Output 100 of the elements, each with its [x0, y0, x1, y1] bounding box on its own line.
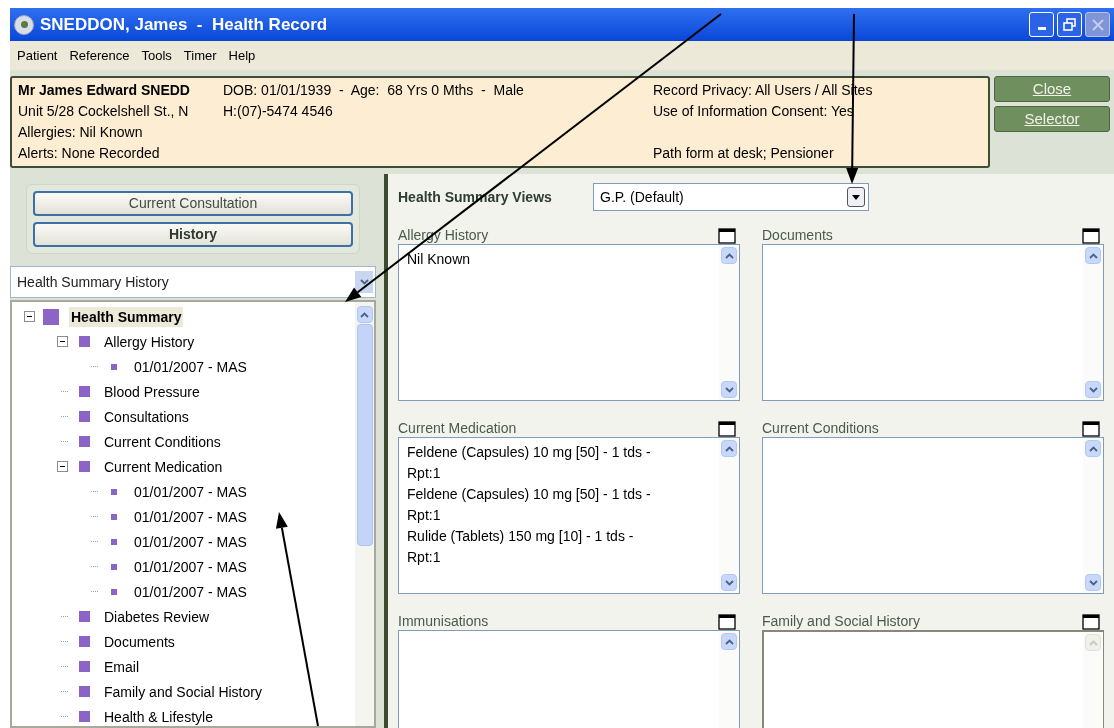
- scroll-up-button[interactable]: [1085, 247, 1101, 264]
- app-logo-icon: [14, 14, 34, 35]
- tree-item[interactable]: 01/01/2007 - MAS: [132, 356, 249, 377]
- caret-up-icon: [724, 252, 734, 259]
- panel-title: Current Medication: [398, 421, 517, 437]
- caret-down-icon: [724, 579, 734, 586]
- minimize-button[interactable]: [1029, 12, 1054, 37]
- window-title: SNEDDON, James - Health Record: [40, 13, 328, 36]
- panel-text-line: Rpt:1: [407, 548, 442, 567]
- node-icon: [78, 636, 90, 647]
- collapse-toggle-icon[interactable]: [57, 461, 68, 472]
- scrollbar-thumb[interactable]: [356, 324, 373, 546]
- menu-item[interactable]: Patient: [17, 45, 58, 66]
- mode-button[interactable]: Current Consultation: [33, 191, 353, 216]
- maximize-icon[interactable]: [1082, 228, 1100, 244]
- scroll-up-button[interactable]: [1085, 440, 1101, 457]
- patient-address: Unit 5/28 Cockelshell St., N: [18, 102, 190, 121]
- scroll-down-button[interactable]: [721, 381, 737, 398]
- panel-text-line: Feldene (Capsules) 10 mg [50] - 1 tds -: [407, 443, 652, 462]
- tree-item[interactable]: Blood Pressure: [102, 381, 202, 402]
- caret-up-icon: [1088, 639, 1098, 646]
- patient-dob: DOB: 01/01/1939 - Age: 68 Yrs 0 Mths - Male: [223, 81, 525, 100]
- scrollbar[interactable]: [355, 302, 374, 726]
- caret-up-icon: [1088, 252, 1098, 259]
- maximize-icon[interactable]: [718, 421, 736, 437]
- restore-button[interactable]: [1057, 12, 1082, 37]
- tree-item[interactable]: 01/01/2007 - MAS: [132, 531, 249, 552]
- panel-text-line: Rpt:1: [407, 464, 442, 483]
- panel-text-line: Rpt:1: [407, 506, 442, 525]
- patient-name: Mr James Edward SNEDD: [18, 81, 191, 100]
- restore-icon: [1063, 18, 1076, 31]
- tree-item[interactable]: Family and Social History: [102, 681, 264, 702]
- caret-up-icon: [724, 445, 734, 452]
- tree-item[interactable]: 01/01/2007 - MAS: [132, 556, 249, 577]
- collapse-toggle-icon[interactable]: [24, 311, 35, 322]
- tree-item[interactable]: 01/01/2007 - MAS: [132, 581, 249, 602]
- panel-title: Family and Social History: [762, 614, 920, 630]
- tree-item[interactable]: 01/01/2007 - MAS: [132, 481, 249, 502]
- scroll-down-button[interactable]: [1085, 381, 1101, 398]
- caret-down-icon: [1088, 386, 1098, 393]
- tree-item[interactable]: 01/01/2007 - MAS: [132, 506, 249, 527]
- node-icon: [78, 336, 90, 347]
- node-icon: [78, 386, 90, 397]
- tree-item[interactable]: Allergy History: [102, 331, 197, 352]
- tree-item[interactable]: Health & Lifestyle: [102, 706, 215, 726]
- maximize-icon[interactable]: [1082, 614, 1100, 630]
- node-icon: [78, 686, 90, 697]
- panel-text-line: Nil Known: [407, 250, 472, 269]
- caret-up-icon: [360, 311, 369, 318]
- patient-alerts: Alerts: None Recorded: [18, 144, 161, 163]
- caret-down-icon: [724, 386, 734, 393]
- tree-item[interactable]: Documents: [102, 631, 177, 652]
- tree-item[interactable]: Current Conditions: [102, 431, 223, 452]
- menu-item[interactable]: Help: [228, 45, 256, 66]
- tree-item[interactable]: Consultations: [102, 406, 191, 427]
- node-icon: [78, 611, 90, 622]
- maximize-icon[interactable]: [718, 228, 736, 244]
- scroll-down-button[interactable]: [1085, 574, 1101, 591]
- node-icon: [78, 411, 90, 422]
- tree-item[interactable]: Health Summary: [69, 306, 184, 327]
- node-icon: [78, 461, 90, 472]
- tree-item[interactable]: Email: [102, 656, 141, 677]
- scroll-up-button[interactable]: [356, 306, 373, 323]
- node-icon: [43, 308, 59, 325]
- menu-item[interactable]: Timer: [183, 45, 217, 66]
- menu-item[interactable]: Tools: [141, 45, 172, 66]
- panel-text-area[interactable]: Nil Known: [398, 244, 740, 401]
- panel-title: Current Conditions: [762, 421, 879, 437]
- caret-up-icon: [1088, 445, 1098, 452]
- node-icon: [78, 661, 90, 672]
- node-icon: [111, 488, 117, 495]
- maximize-icon[interactable]: [718, 614, 736, 630]
- caret-down-icon: [1088, 579, 1098, 586]
- panel-title: Documents: [762, 228, 833, 244]
- patient-allergies: Allergies: Nil Known: [18, 123, 144, 142]
- panel-text-area[interactable]: Feldene (Capsules) 10 mg [50] - 1 tds - Rpt:1 Feldene (Capsules) 10 mg [50] - 1 tds - Rpt:1 Rulide (Tablets) 150 mg [10] - 1 tds - Rpt:1: [398, 437, 740, 594]
- mode-button[interactable]: History: [33, 222, 353, 247]
- record-info: Path form at desk; Pensioner: [653, 144, 835, 163]
- caret-up-icon: [724, 638, 734, 645]
- patient-phone: H:(07)-5474 4546: [223, 102, 334, 121]
- collapse-toggle-icon[interactable]: [57, 336, 68, 347]
- scroll-up-button[interactable]: [721, 247, 737, 264]
- node-icon: [78, 436, 90, 447]
- tree-item[interactable]: Diabetes Review: [102, 606, 212, 627]
- panel-text-line: Feldene (Capsules) 10 mg [50] - 1 tds -: [407, 485, 652, 504]
- node-icon: [78, 711, 90, 722]
- views-dropdown[interactable]: G.P. (Default): [593, 183, 869, 211]
- scroll-up-button[interactable]: [721, 633, 737, 650]
- history-dropdown[interactable]: Health Summary History: [10, 266, 376, 298]
- tree-item[interactable]: Current Medication: [102, 456, 225, 477]
- panel-title: Immunisations: [398, 614, 489, 630]
- scroll-up-button[interactable]: [721, 440, 737, 457]
- node-icon: [111, 538, 117, 545]
- scroll-down-button[interactable]: [721, 574, 737, 591]
- node-icon: [111, 588, 117, 595]
- close-icon: [1091, 18, 1104, 31]
- panel-text-line: Rulide (Tablets) 150 mg [10] - 1 tds -: [407, 527, 635, 546]
- node-icon: [111, 363, 117, 370]
- maximize-icon[interactable]: [1082, 421, 1100, 437]
- menu-item[interactable]: Reference: [69, 45, 130, 66]
